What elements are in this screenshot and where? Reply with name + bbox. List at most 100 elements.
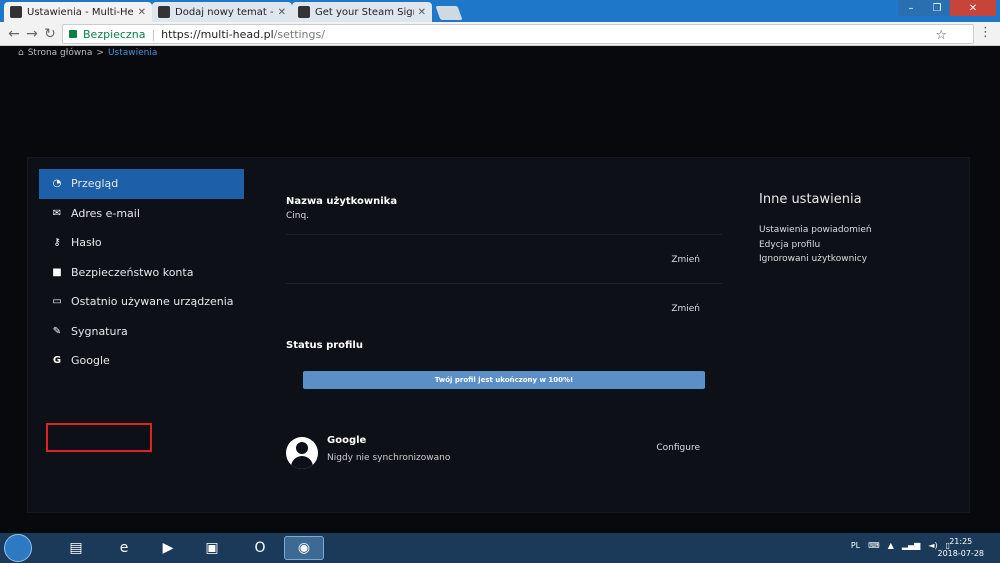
laptop-icon: ▭ (52, 296, 62, 308)
page-content: ⌂ Strona główna > Ustawienia ◔ Przegląd … (0, 47, 1000, 533)
sidebar-item-label: Hasło (71, 236, 102, 250)
show-hidden-icons-icon[interactable]: ▲ (888, 541, 894, 550)
sidebar-item-label: Google (71, 354, 110, 368)
tab-close-icon[interactable]: ✕ (278, 7, 286, 18)
settings-panel: ◔ Przegląd ✉ Adres e-mail ⚷ Hasło ■ Bezp… (27, 157, 970, 513)
pencil-icon: ✎ (52, 325, 62, 337)
language-indicator[interactable]: PL (851, 541, 860, 550)
settings-sidebar: ◔ Przegląd ✉ Adres e-mail ⚷ Hasło ■ Bezp… (39, 169, 244, 376)
forward-arrow-icon[interactable]: → (24, 26, 40, 42)
browser-toolbar: ← → ↻ Bezpieczna | https://multi-head.pl… (0, 22, 1000, 46)
other-settings-title: Inne ustawienia (759, 192, 862, 207)
sidebar-item-label: Przegląd (71, 177, 119, 191)
lock-icon: ■ (52, 266, 62, 278)
app-icon[interactable]: ▣ (192, 536, 232, 560)
avatar-head (296, 442, 308, 454)
back-arrow-icon[interactable]: ← (6, 26, 22, 42)
sidebar-item-overview[interactable]: ◔ Przegląd (39, 169, 244, 199)
keyboard-icon[interactable]: ⌨ (868, 541, 880, 550)
minimize-button[interactable]: – (898, 0, 924, 16)
window-close-button[interactable]: ✕ (950, 0, 996, 16)
configure-link[interactable]: Configure (656, 443, 700, 453)
google-title: Google (327, 435, 367, 446)
explorer-icon[interactable]: ▤ (56, 536, 96, 560)
breadcrumb-current[interactable]: Ustawienia (108, 48, 157, 58)
clock-time: 21:25 (949, 537, 973, 546)
avatar (286, 437, 318, 469)
change-link[interactable]: Zmień (671, 255, 700, 265)
account-row: Zmień (286, 235, 722, 283)
tab-close-icon[interactable]: ✕ (138, 7, 146, 18)
reload-icon[interactable]: ↻ (42, 26, 58, 42)
sidebar-item-label: Sygnatura (71, 324, 128, 338)
url-text: https://multi-head.pl/settings/ (161, 28, 325, 41)
other-settings: Inne ustawienia Ustawienia powiadomień E… (759, 192, 949, 267)
site-favicon-icon (158, 6, 170, 18)
notification-settings-link[interactable]: Ustawienia powiadomień (759, 223, 949, 238)
network-icon[interactable]: ▂▄▆ (902, 541, 920, 550)
media-player-icon[interactable]: ▶ (148, 536, 188, 560)
ignored-users-link[interactable]: Ignorowani użytkownicy (759, 252, 949, 267)
clock[interactable]: 21:25 2018-07-28 (938, 536, 985, 560)
signature-highlight-box (46, 423, 152, 452)
internet-explorer-icon[interactable]: e (104, 536, 144, 560)
secure-lock-icon (69, 30, 77, 38)
change-link[interactable]: Zmień (671, 304, 700, 314)
breadcrumb-home[interactable]: Strona główna (28, 48, 93, 58)
volume-icon[interactable]: ◄) (928, 541, 937, 550)
browser-tab-steam-signature[interactable]: Get your Steam Signatur ✕ (292, 2, 432, 22)
sidebar-item-google[interactable]: G Google (39, 346, 244, 376)
google-connection-row: Google Nigdy nie synchronizowano Configu… (286, 435, 722, 475)
progress-wrapper: Twój profil jest ukończony w 100%! (286, 351, 722, 391)
sidebar-item-email[interactable]: ✉ Adres e-mail (39, 199, 244, 229)
breadcrumb-separator: > (96, 48, 104, 58)
site-favicon-icon (10, 6, 22, 18)
url-path: /settings/ (273, 27, 325, 41)
tab-title: Get your Steam Signatur (315, 6, 414, 18)
start-button[interactable] (4, 534, 32, 562)
opera-icon[interactable]: O (240, 536, 280, 560)
account-details: Nazwa użytkownika Cinq. Zmień Zmień Stat… (286, 196, 722, 391)
windows-taskbar: ▤ e ▶ ▣ O ◉ PL ⌨ ▲ ▂▄▆ ◄) ▯ 21:25 2018-0… (0, 533, 1000, 563)
sidebar-item-signature[interactable]: ✎ Sygnatura (39, 317, 244, 347)
profile-status-label: Status profilu (286, 340, 363, 351)
clock-date: 2018-07-28 (937, 549, 985, 558)
account-row: Zmień (286, 284, 722, 332)
username-label: Nazwa użytkownika (286, 196, 398, 207)
username-block: Nazwa użytkownika Cinq. (286, 196, 722, 234)
sidebar-item-security[interactable]: ■ Bezpieczeństwo konta (39, 258, 244, 288)
browser-menu-icon[interactable]: ⋮ (979, 25, 992, 40)
address-bar[interactable]: Bezpieczna | https://multi-head.pl/setti… (62, 24, 974, 44)
maximize-button[interactable]: ❐ (924, 0, 950, 16)
address-separator: | (151, 27, 156, 41)
home-icon: ⌂ (18, 48, 24, 58)
profile-progress-bar: Twój profil jest ukończony w 100%! (303, 371, 705, 389)
sidebar-item-label: Ostatnio używane urządzenia (71, 295, 234, 309)
tab-close-icon[interactable]: ✕ (418, 7, 426, 18)
sidebar-item-label: Adres e-mail (71, 206, 140, 220)
google-icon: G (52, 355, 62, 367)
tab-title: Dodaj nowy temat - Multi (175, 6, 274, 18)
system-tray: PL ⌨ ▲ ▂▄▆ ◄) ▯ (851, 541, 950, 550)
sidebar-item-label: Bezpieczeństwo konta (71, 265, 194, 279)
chrome-icon[interactable]: ◉ (284, 536, 324, 560)
edit-profile-link[interactable]: Edycja profilu (759, 238, 949, 253)
avatar-body (291, 456, 313, 469)
secure-label: Bezpieczna (83, 27, 146, 41)
site-favicon-icon (298, 6, 310, 18)
breadcrumb: ⌂ Strona główna > Ustawienia (18, 48, 157, 58)
sidebar-item-devices[interactable]: ▭ Ostatnio używane urządzenia (39, 287, 244, 317)
bookmark-star-icon[interactable]: ☆ (935, 28, 947, 43)
envelope-icon: ✉ (52, 207, 62, 219)
dashboard-icon: ◔ (52, 178, 62, 190)
browser-tab-new-topic[interactable]: Dodaj nowy temat - Multi ✕ (152, 2, 292, 22)
key-icon: ⚷ (53, 237, 61, 249)
username-value: Cinq. (286, 211, 310, 221)
browser-tabstrip: Ustawienia - Multi-Head ✕ Dodaj nowy tem… (0, 0, 1000, 22)
tab-title: Ustawienia - Multi-Head (27, 6, 134, 18)
url-host: https://multi-head.pl (161, 27, 274, 41)
google-sync-status: Nigdy nie synchronizowano (327, 453, 451, 463)
sidebar-item-password[interactable]: ⚷ Hasło (39, 228, 244, 258)
browser-tab-settings[interactable]: Ustawienia - Multi-Head ✕ (4, 2, 152, 22)
new-tab-button[interactable] (435, 6, 463, 20)
